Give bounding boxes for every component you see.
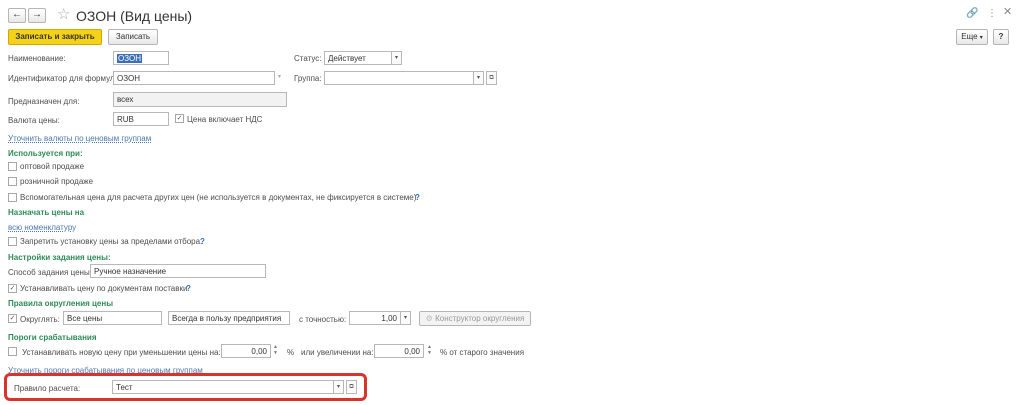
- star-icon[interactable]: ☆: [57, 6, 70, 24]
- round-label: Округлять:: [20, 315, 60, 324]
- supply-docs-label: Устанавливать цену по документам поставк…: [20, 284, 188, 293]
- formula-id-dropdown-icon[interactable]: ▾: [274, 71, 285, 85]
- old-value-label: % от старого значения: [440, 348, 525, 357]
- thresholds-checkbox[interactable]: [8, 347, 17, 356]
- increase-label: или увеличении на:: [301, 348, 374, 357]
- wholesale-checkbox[interactable]: [8, 162, 17, 171]
- vat-label: Цена включает НДС: [187, 115, 263, 124]
- close-icon[interactable]: ✕: [1003, 7, 1012, 18]
- status-dropdown-icon[interactable]: ▾: [391, 51, 402, 65]
- auxiliary-checkbox[interactable]: [8, 193, 17, 202]
- retail-checkbox[interactable]: [8, 177, 17, 186]
- group-dropdown-icon[interactable]: ▾: [473, 71, 484, 85]
- currency-groups-link[interactable]: Уточнить валюты по ценовым группам: [8, 133, 151, 144]
- name-field[interactable]: ОЗОН: [113, 51, 169, 65]
- currency-label: Валюта цены:: [8, 116, 60, 125]
- rounding-constructor-button[interactable]: ⚙ Конструктор округления: [419, 311, 531, 326]
- name-value: ОЗОН: [117, 54, 142, 63]
- more-button[interactable]: Еще ▾: [956, 29, 988, 45]
- calc-rule-field[interactable]: Тест: [112, 380, 334, 394]
- status-label: Статус:: [294, 54, 322, 63]
- increase-field[interactable]: 0,00: [374, 344, 424, 358]
- precision-dropdown-icon[interactable]: ▾: [400, 311, 411, 325]
- usage-header: Используется при:: [8, 149, 83, 158]
- vat-checkbox[interactable]: ✓: [175, 114, 184, 123]
- all-nomenclature-link[interactable]: всю номенклатуру: [8, 222, 76, 233]
- precision-value: 1,00: [381, 314, 397, 323]
- help-button[interactable]: ?: [993, 29, 1009, 45]
- round-checkbox[interactable]: ✓: [8, 314, 17, 323]
- precision-label: с точностью:: [299, 315, 347, 324]
- group-field[interactable]: [324, 71, 474, 85]
- assign-header: Назначать цены на: [8, 208, 85, 217]
- wholesale-label: оптовой продаже: [20, 162, 85, 171]
- auxiliary-help-icon[interactable]: ?: [415, 192, 420, 203]
- intended-label: Предназначен для:: [8, 97, 80, 106]
- link-icon[interactable]: 🔗: [966, 8, 978, 19]
- calc-rule-dropdown-icon[interactable]: ▾: [333, 380, 344, 394]
- increase-value: 0,00: [404, 347, 420, 356]
- percent-sign: %: [287, 348, 295, 357]
- rounding-header: Правила округления цены: [8, 299, 114, 308]
- window-title: ОЗОН (Вид цены): [76, 8, 193, 24]
- forbid-help-icon[interactable]: ?: [200, 236, 205, 247]
- direction-field[interactable]: Всегда в пользу предприятия: [168, 311, 290, 325]
- settings-header: Настройки задания цены:: [8, 253, 111, 262]
- calc-rule-label: Правило расчета:: [14, 384, 81, 393]
- decrease-spin-icon[interactable]: ▲ ▼: [271, 344, 280, 358]
- forbid-checkbox[interactable]: [8, 237, 17, 246]
- decrease-field[interactable]: 0,00: [221, 344, 271, 358]
- group-label: Группа:: [294, 74, 322, 83]
- constructor-icon: ⚙: [425, 314, 433, 323]
- constructor-label: Конструктор округления: [435, 314, 525, 323]
- back-button[interactable]: ←: [8, 8, 26, 23]
- method-field[interactable]: Ручное назначение: [90, 264, 266, 278]
- method-label: Способ задания цены:: [8, 268, 92, 277]
- formula-id-field[interactable]: ОЗОН: [113, 71, 275, 85]
- save-and-close-button[interactable]: Записать и закрыть: [8, 29, 102, 45]
- forward-button[interactable]: →: [28, 8, 46, 23]
- decrease-value: 0,00: [251, 347, 267, 356]
- group-open-icon[interactable]: ⧉: [486, 71, 497, 85]
- save-button[interactable]: Записать: [108, 29, 158, 45]
- formula-id-label: Идентификатор для формул:: [8, 74, 117, 83]
- precision-field[interactable]: 1,00: [349, 311, 401, 325]
- all-prices-field[interactable]: Все цены: [63, 311, 162, 325]
- forbid-label: Запретить установку цены за пределами от…: [20, 237, 203, 246]
- chevron-down-icon: ▾: [979, 35, 983, 41]
- retail-label: розничной продаже: [20, 177, 94, 186]
- kebab-icon[interactable]: ⋮: [987, 8, 997, 19]
- currency-field[interactable]: RUB: [113, 112, 169, 126]
- supply-docs-checkbox[interactable]: ✓: [8, 284, 17, 293]
- intended-field[interactable]: всех: [113, 92, 287, 107]
- decrease-label: Устанавливать новую цену при уменьшении …: [22, 348, 221, 357]
- more-label: Еще: [961, 32, 978, 41]
- supply-docs-help-icon[interactable]: ?: [186, 283, 191, 294]
- status-select[interactable]: Действует: [324, 51, 392, 65]
- auxiliary-label: Вспомогательная цена для расчета других …: [20, 193, 419, 202]
- thresholds-header: Пороги срабатывания: [8, 333, 97, 342]
- name-label: Наименование:: [8, 54, 66, 63]
- increase-spin-icon[interactable]: ▲ ▼: [425, 344, 434, 358]
- calc-rule-open-icon[interactable]: ⧉: [346, 380, 357, 394]
